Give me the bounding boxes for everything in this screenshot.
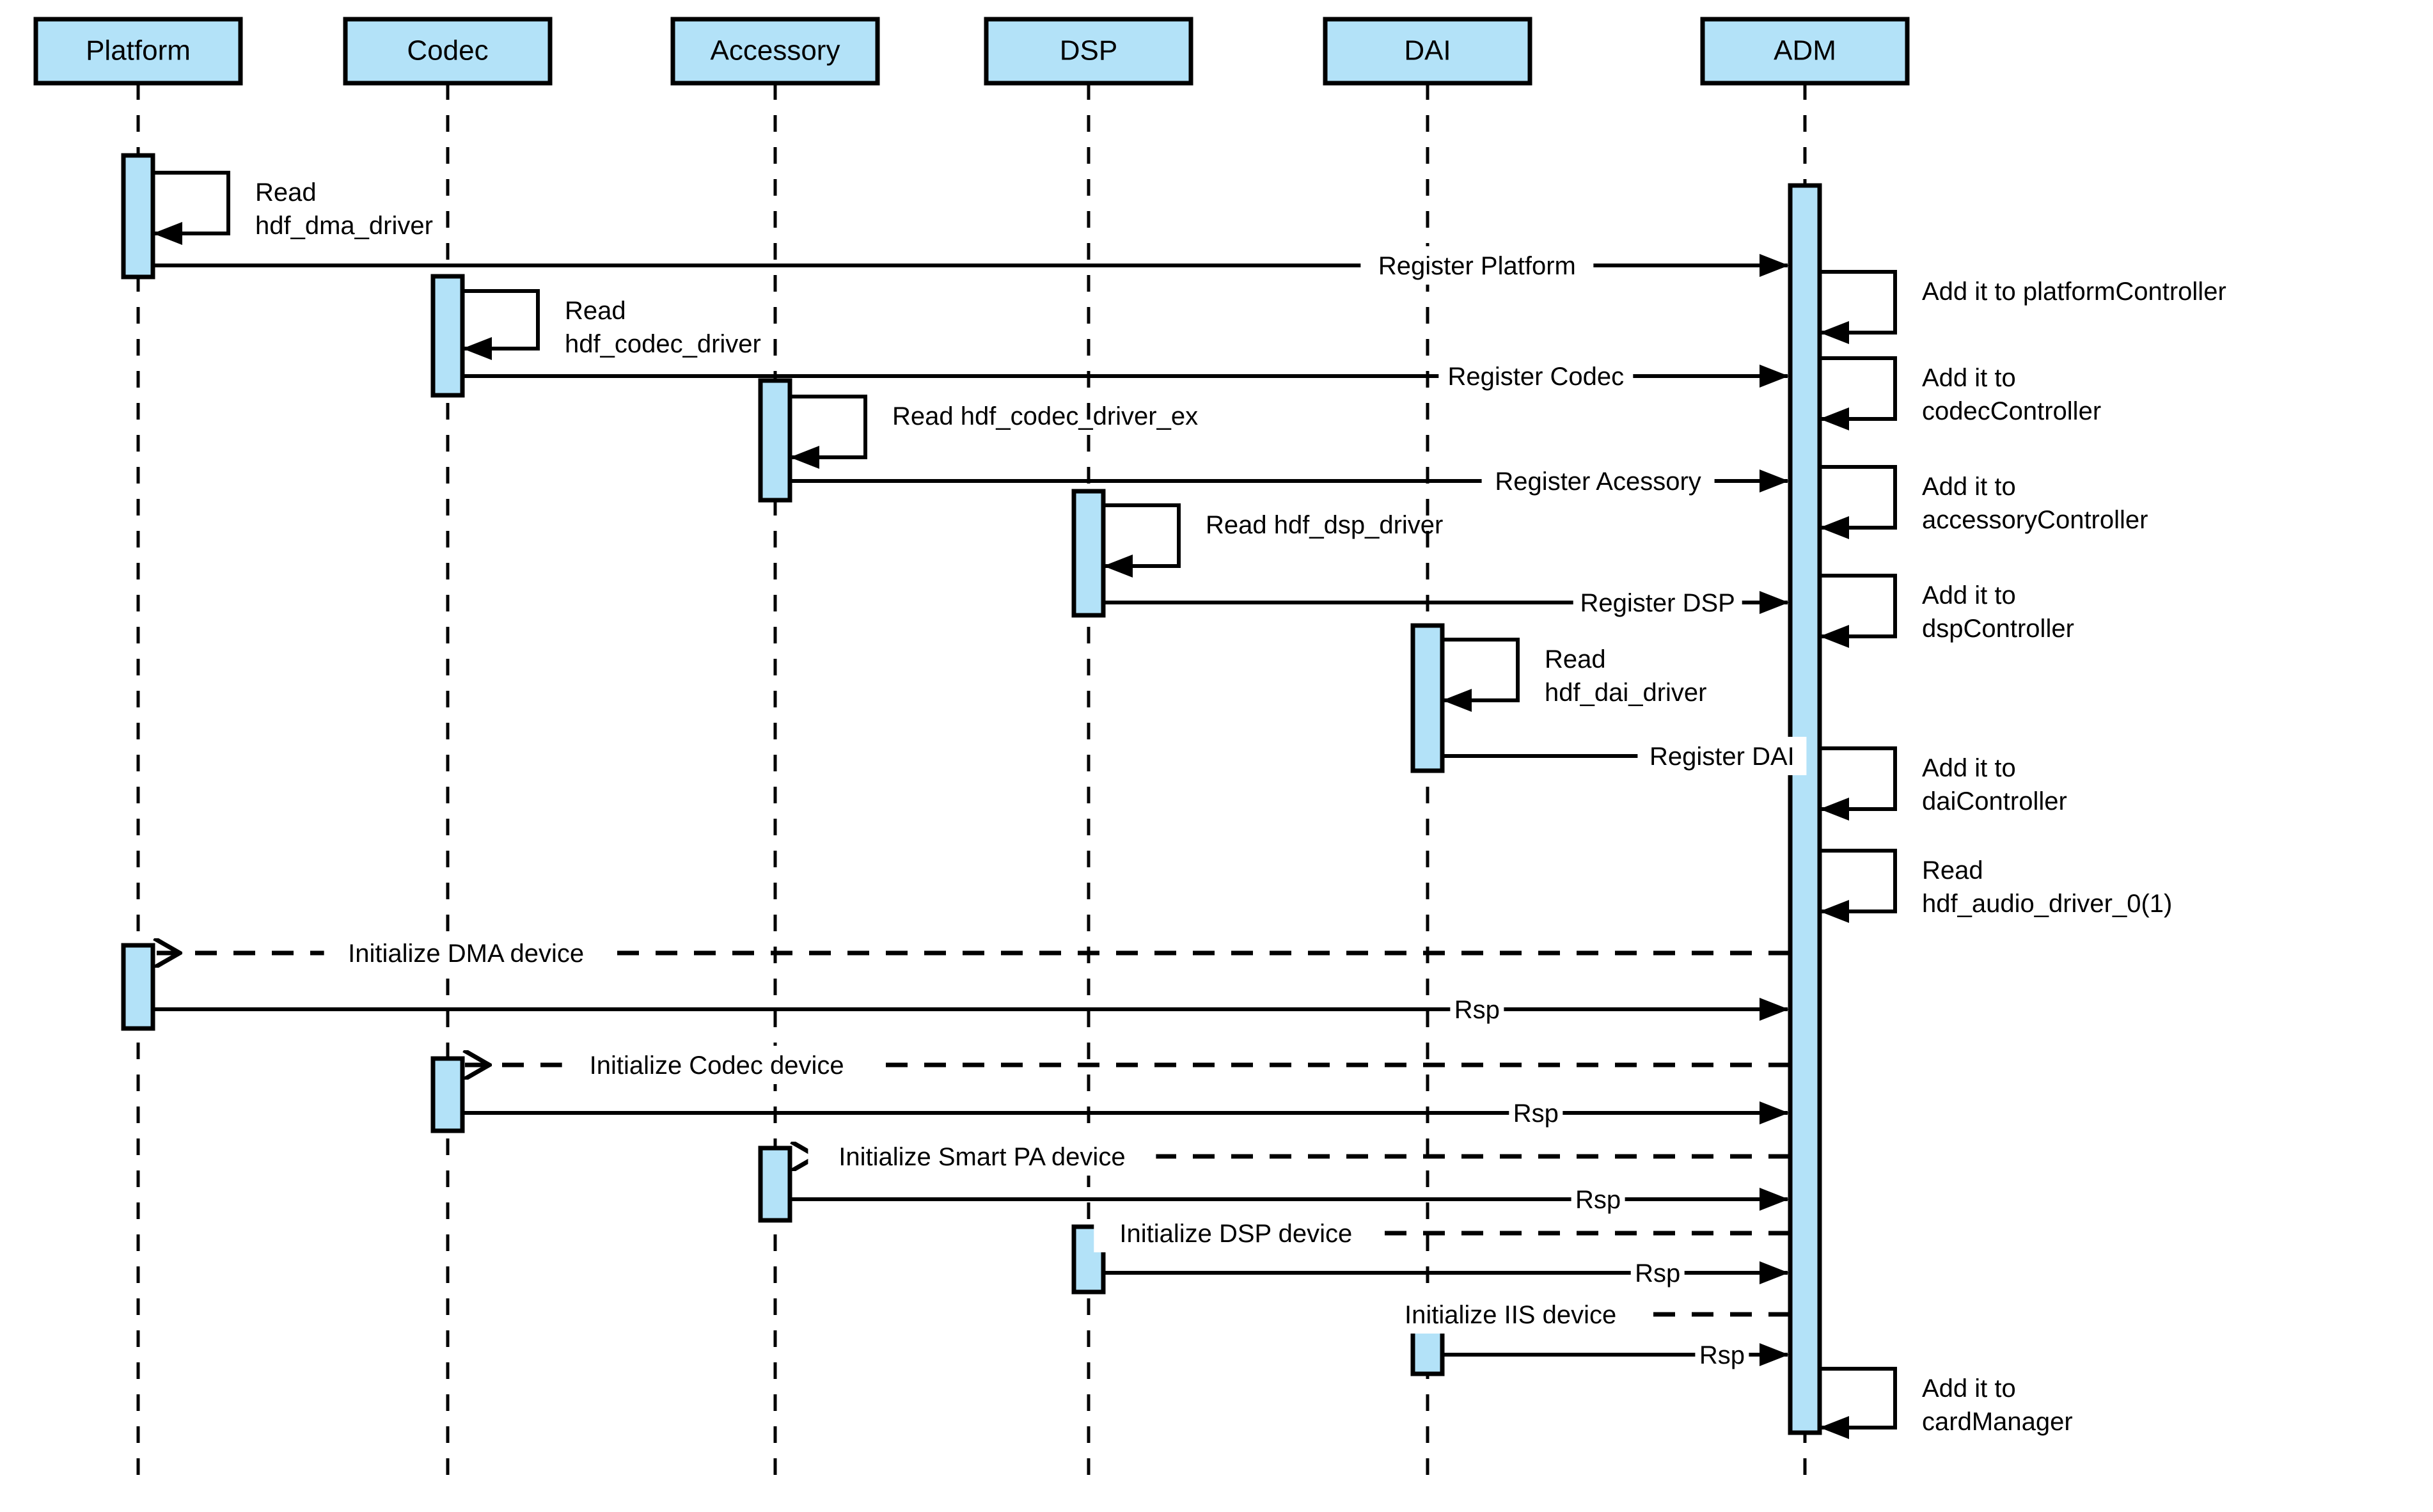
sequence-diagram: Read hdf_dma_driver Register Platform Add i… [33,17,2226,1477]
message-label: Register Platform [1378,252,1576,280]
message-m12: Add it to dspController [1820,574,2074,648]
message-label: Add it to daiController [1922,754,2067,815]
message-m25: Initialize IIS device [1368,1295,1790,1334]
message-m27: Add it to cardManager [1820,1367,2073,1439]
message-label: Read hdf_dai_driver [1545,645,1707,707]
message-m10: Read hdf_dsp_driver [1103,503,1443,578]
message-label: Register DSP [1580,589,1735,617]
lifeline-label: ADM [1774,35,1836,67]
sequence-diagram-canvas: Read hdf_dma_driver Register Platform Add i… [0,0,2433,1512]
message-label: Rsp [1575,1186,1621,1214]
message-label: Add it to codecController [1922,364,2101,425]
message-label: Read hdf_dma_driver [255,178,433,240]
message-label: Read hdf_codec_driver_ex [892,402,1198,430]
message-label: Initialize DSP device [1119,1220,1352,1248]
message-label: Add it to platformController [1922,278,2226,306]
activation-bar-codec [430,1056,465,1133]
message-label: Initialize IIS device [1405,1301,1616,1329]
message-m2: Register Platform [153,246,1789,285]
self-message-arrow [1820,746,1897,821]
activation-bar-accessory [758,1146,792,1223]
self-message-arrow [153,171,230,245]
message-m24: Rsp [1103,1254,1789,1292]
self-message-arrow [1820,356,1897,430]
message-label: Initialize DMA device [348,940,584,968]
lifeline-label: Accessory [711,35,840,67]
self-message-arrow [1820,849,1897,923]
self-message-arrow [1820,465,1897,539]
lifeline-group [136,83,1807,1477]
activation-bar-accessory [758,378,792,503]
message-label: Add it to accessoryController [1922,473,2148,534]
message-label: Register Acessory [1495,468,1701,496]
activation-group [121,153,1822,1435]
activation-bar-platform [121,943,155,1031]
self-message-arrow [1820,270,1897,344]
message-label: Read hdf_codec_driver [565,297,761,358]
message-m15: Add it to daiController [1820,746,2067,821]
message-m6: Add it to codecController [1820,356,2101,430]
activation-bar-platform [121,153,155,280]
lifeline-head-adm[interactable]: ADM [1700,17,1910,86]
message-m5: Register Codec [462,357,1789,395]
activation-bar-codec [430,274,465,398]
message-m1: Read hdf_dma_driver [153,171,433,245]
activation-bar-adm [1788,183,1822,1435]
message-label: Initialize Smart PA device [839,1143,1125,1171]
message-m21: Initialize Smart PA device [792,1137,1790,1176]
lifeline-label: DSP [1060,35,1117,67]
lifeline-label: Platform [86,35,191,67]
message-m23: Initialize DSP device [1094,1214,1790,1252]
message-m11: Register DSP [1103,583,1789,622]
message-label: Read hdf_dsp_driver [1206,511,1443,539]
message-m19: Initialize Codec device [465,1046,1790,1084]
message-m8: Register Acessory [790,462,1789,500]
lifeline-head-accessory[interactable]: Accessory [670,17,880,86]
activation-bar-dai [1410,623,1445,773]
message-label: Read hdf_audio_driver_0(1) [1922,856,2172,918]
activation-bar-dsp [1071,489,1106,618]
message-m26: Rsp [1442,1335,1789,1374]
message-label: Rsp [1513,1099,1559,1128]
lifeline-head-codec[interactable]: Codec [343,17,553,86]
lifeline-head-group: Platform Codec Accessory DSP DAI ADM [33,17,1910,86]
self-message-arrow [790,395,867,469]
self-message-arrow [462,289,540,360]
self-message-arrow [1820,574,1897,648]
message-m9: Add it to accessoryController [1820,465,2148,539]
message-m17: Initialize DMA device [155,934,1790,972]
message-m18: Rsp [153,990,1789,1028]
message-label: Rsp [1454,996,1500,1024]
message-m7: Read hdf_codec_driver_ex [790,395,1198,469]
message-label: Initialize Codec device [590,1051,844,1080]
self-message-arrow [1442,638,1520,712]
message-label: Rsp [1635,1259,1680,1288]
self-message-arrow [1103,503,1181,578]
message-label: Register Codec [1447,363,1624,391]
message-label: Add it to cardManager [1922,1374,2073,1436]
message-label: Add it to dspController [1922,581,2074,643]
message-label: Rsp [1699,1341,1745,1369]
message-m4: Read hdf_codec_driver [462,289,761,360]
message-m22: Rsp [790,1180,1789,1218]
message-m14: Register DAI [1442,737,1807,775]
message-m16: Read hdf_audio_driver_0(1) [1820,849,2172,923]
message-m3: Add it to platformController [1820,270,2226,344]
message-m20: Rsp [462,1094,1789,1132]
message-label: Register DAI [1650,743,1795,771]
self-message-arrow [1820,1367,1897,1439]
lifeline-label: DAI [1404,35,1451,67]
lifeline-head-dai[interactable]: DAI [1323,17,1532,86]
lifeline-head-platform[interactable]: Platform [33,17,243,86]
message-m13: Read hdf_dai_driver [1442,638,1707,712]
lifeline-label: Codec [407,35,488,67]
lifeline-head-dsp[interactable]: DSP [984,17,1193,86]
